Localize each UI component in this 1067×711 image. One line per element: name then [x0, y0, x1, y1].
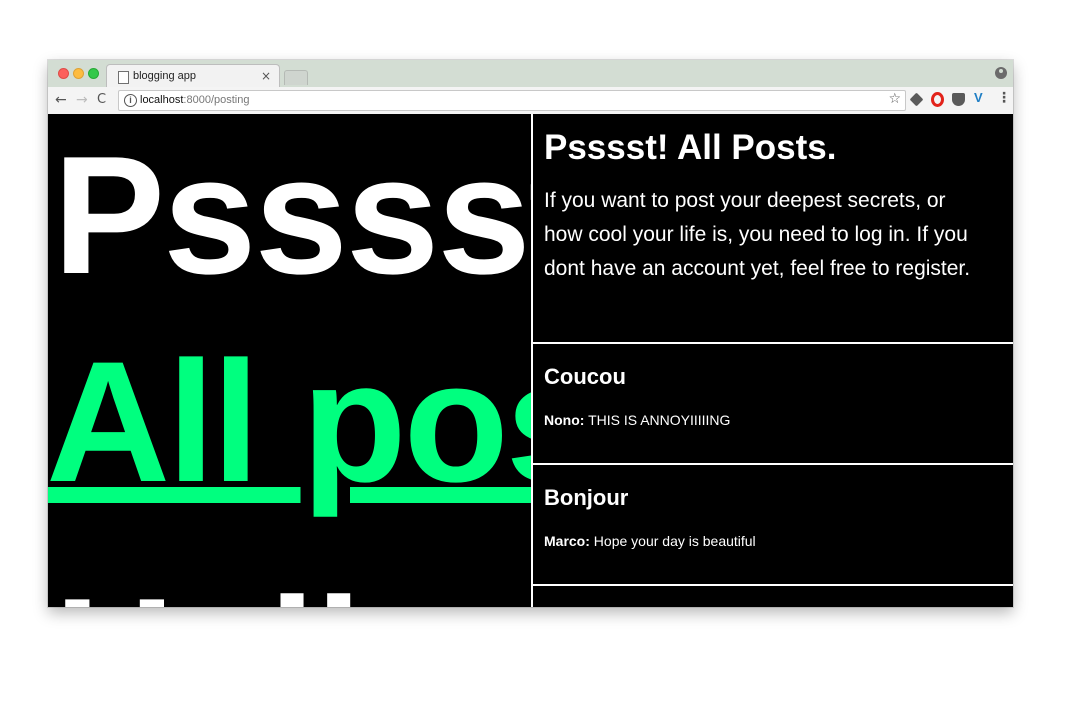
- post-author: Nono:: [544, 412, 585, 428]
- post-author: Marco:: [544, 533, 590, 549]
- page-title: Psssst! All Posts.: [544, 128, 837, 167]
- post-body: Nono: THIS IS ANNOYIIIIING: [544, 411, 730, 429]
- address-bar[interactable]: i localhost:8000/posting ☆: [118, 90, 906, 111]
- page-content: Psssst! All posts Hello Psssst! All Post…: [48, 114, 1013, 607]
- post-card: Coucou Nono: THIS IS ANNOYIIIIING: [533, 344, 1013, 463]
- close-tab-icon[interactable]: ×: [261, 69, 271, 83]
- post-title: Coucou: [544, 364, 626, 389]
- hero-title: Psssst!: [53, 121, 531, 309]
- bookmark-star-icon[interactable]: ☆: [888, 91, 901, 107]
- minimize-window-button[interactable]: [73, 68, 84, 79]
- layers-extension-icon[interactable]: [909, 92, 924, 107]
- browser-toolbar: ← → C i localhost:8000/posting ☆ V ⋮: [48, 87, 1013, 115]
- post-card: Bonjour Marco: Hope your day is beautifu…: [533, 465, 1013, 584]
- hero-panel: Psssst! All posts Hello: [48, 114, 531, 607]
- close-window-button[interactable]: [58, 68, 69, 79]
- post-text: Hope your day is beautiful: [589, 533, 756, 549]
- browser-menu-icon[interactable]: ⋮: [997, 90, 1011, 106]
- back-arrow-icon[interactable]: ←: [55, 91, 67, 109]
- new-tab-button[interactable]: [284, 70, 308, 85]
- v-extension-icon[interactable]: V: [974, 90, 983, 105]
- hero-next-heading: Hello: [54, 572, 465, 607]
- opera-extension-icon[interactable]: [931, 92, 944, 107]
- url-host: localhost: [140, 94, 184, 106]
- tab-title: blogging app: [133, 70, 197, 82]
- post-text: THIS IS ANNOYIIIIING: [584, 412, 731, 428]
- forward-arrow-icon[interactable]: →: [76, 91, 88, 109]
- post-body: Marco: Hope your day is beautiful: [544, 532, 756, 550]
- all-posts-link[interactable]: All posts: [48, 336, 531, 508]
- tab-strip: blogging app ×: [48, 60, 1013, 89]
- site-info-icon[interactable]: i: [124, 94, 137, 107]
- tab-blogging-app[interactable]: blogging app ×: [106, 64, 280, 89]
- posts-panel: Psssst! All Posts. If you want to post y…: [533, 114, 1013, 607]
- browser-window: blogging app × ← → C i localhost:8000/po…: [48, 60, 1013, 607]
- profile-icon[interactable]: [995, 67, 1007, 79]
- intro-text: If you want to post your deepest secrets…: [544, 189, 971, 280]
- post-title: Bonjour: [544, 485, 629, 510]
- document-icon: [118, 71, 129, 84]
- url-path: :8000/posting: [183, 94, 250, 106]
- url-text[interactable]: localhost:8000/posting: [140, 94, 249, 106]
- reload-icon[interactable]: C: [97, 91, 106, 109]
- pocket-extension-icon[interactable]: [952, 93, 965, 106]
- intro-section: Psssst! All Posts. If you want to post y…: [533, 114, 1013, 342]
- zoom-window-button[interactable]: [88, 68, 99, 79]
- section-divider: [533, 584, 1013, 586]
